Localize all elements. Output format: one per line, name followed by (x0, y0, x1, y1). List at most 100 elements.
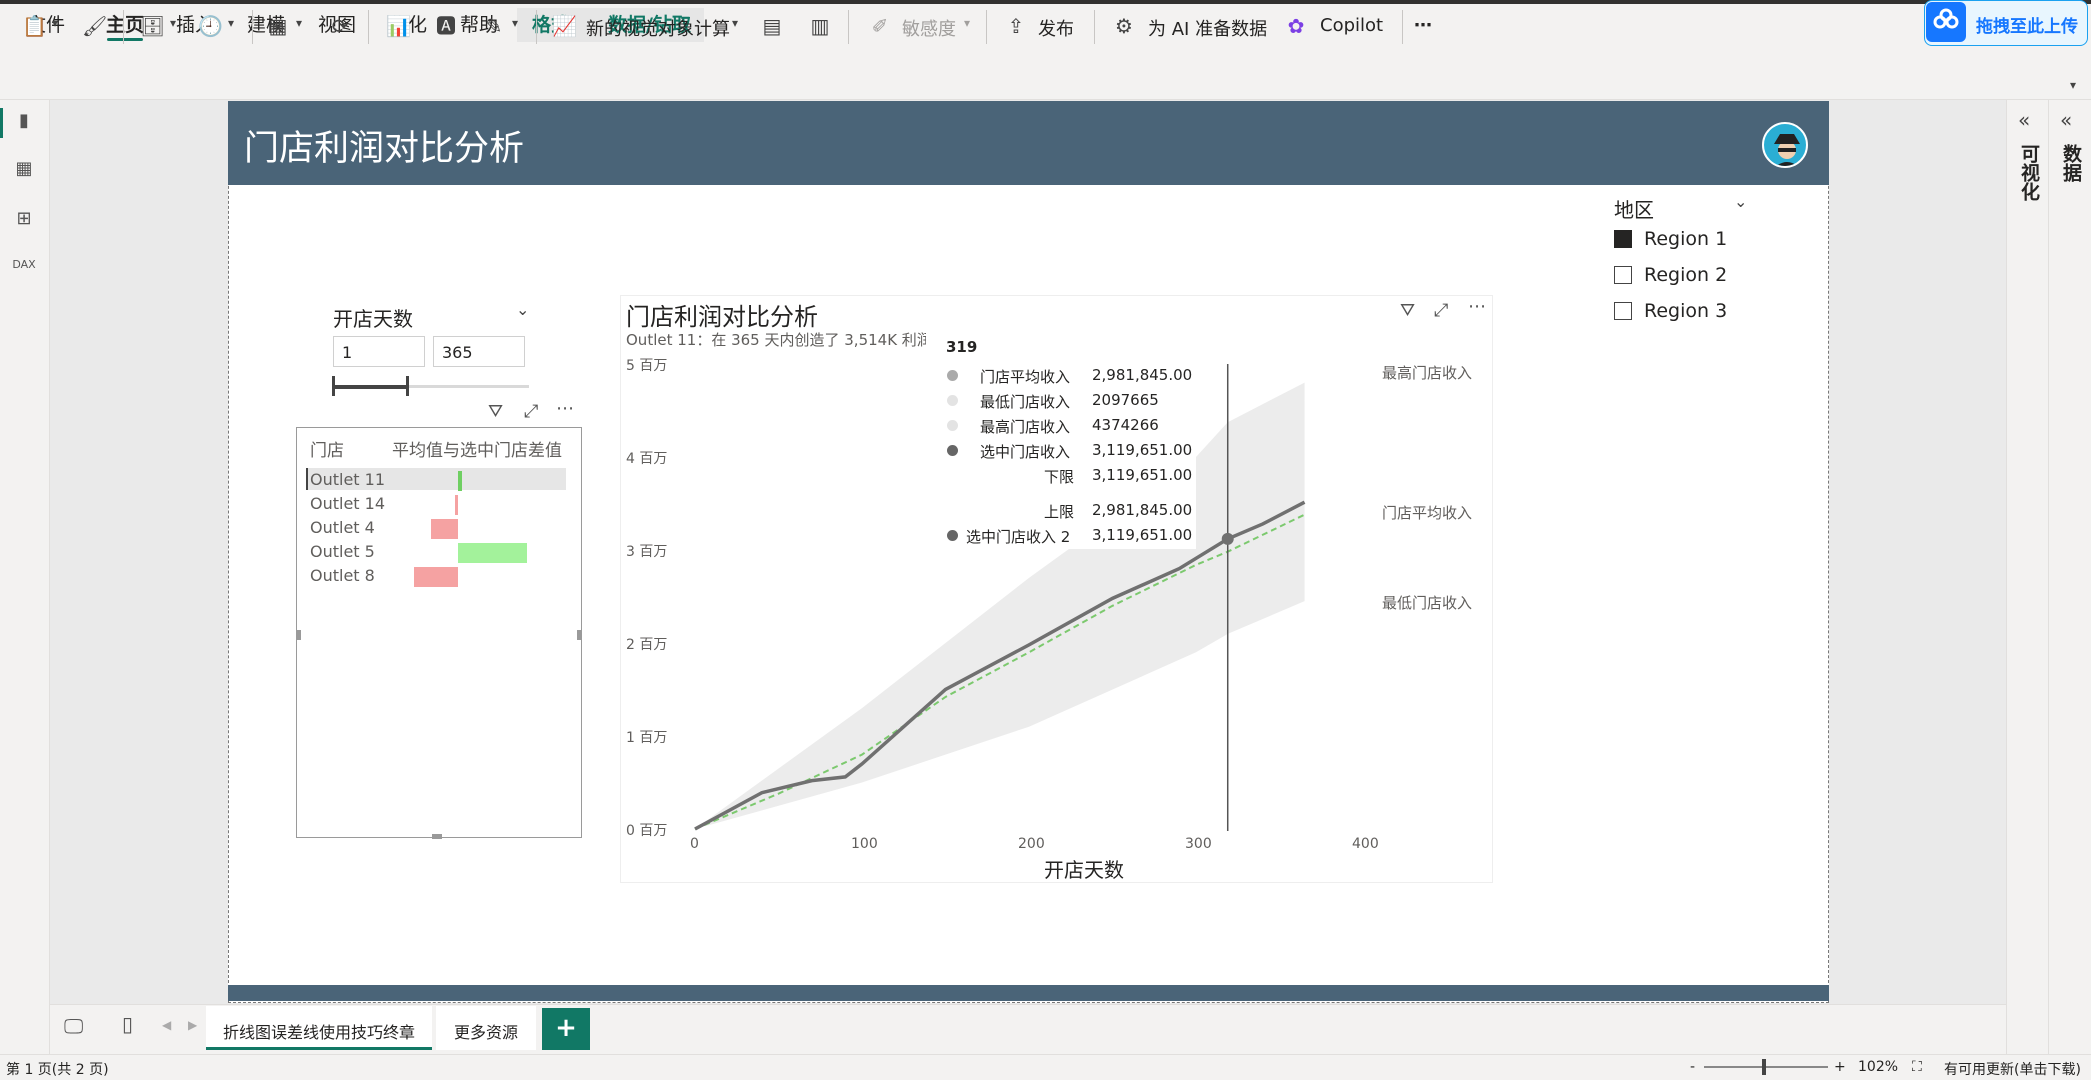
visualizations-pane-title[interactable]: 可视化 (2016, 144, 2043, 201)
avatar (1762, 122, 1808, 168)
more-options-button[interactable]: ⋯ (1414, 15, 1432, 36)
hover-data-point[interactable] (1221, 532, 1234, 545)
more-visuals-icon[interactable]: ✎ (482, 14, 506, 38)
checkbox[interactable] (1614, 302, 1632, 320)
diff-bar[interactable] (458, 543, 527, 563)
checkbox[interactable] (1614, 266, 1632, 284)
expand-visualizations-icon[interactable]: « (2018, 108, 2030, 132)
focus-mode-icon[interactable]: ⤢ (1434, 300, 1448, 321)
dax-query-icon[interactable]: DAX (12, 258, 36, 282)
transform-data-icon[interactable]: ▦ (266, 14, 290, 38)
collapse-ribbon-icon[interactable]: ▾ (2070, 78, 2076, 92)
model-view-icon[interactable]: ⊞ (12, 208, 36, 232)
region-slicer-title: 地区 (1614, 198, 1654, 222)
focus-mode-icon[interactable]: ⤢ (524, 401, 538, 422)
more-options-icon[interactable]: ⋯ (1468, 296, 1486, 317)
get-data-icon[interactable]: 🗄 (140, 14, 165, 38)
table-row-label[interactable]: Outlet 5 (310, 542, 375, 561)
copilot-icon[interactable]: ✿ (1284, 14, 1308, 38)
days-min-input[interactable]: 1 (333, 336, 425, 367)
expand-data-icon[interactable]: « (2060, 108, 2072, 132)
diff-bar[interactable] (430, 519, 458, 539)
resize-handle[interactable] (577, 630, 582, 640)
add-page-button[interactable]: + (542, 1008, 590, 1050)
toolbar-separator (536, 10, 537, 44)
table-row-label[interactable]: Outlet 8 (310, 566, 375, 585)
data-pane-collapsed[interactable] (2048, 100, 2091, 1055)
prep-ai-icon[interactable]: ⚙ (1112, 14, 1136, 38)
region-option[interactable]: Region 3 (1614, 300, 1727, 322)
report-view-icon[interactable]: ▮ (12, 110, 36, 134)
chevron-down-icon[interactable]: ⌄ (1734, 192, 1747, 211)
zoom-in-button[interactable]: + (1834, 1059, 1846, 1075)
series-label-max: 最高门店收入 (1382, 364, 1473, 382)
tooltip-label: 选中门店收入 (980, 443, 1071, 461)
resize-handle[interactable] (296, 630, 301, 640)
zoom-level[interactable]: 102% (1858, 1059, 1898, 1075)
visual-calc-icon[interactable]: 📈 (552, 14, 577, 38)
recent-sources-icon[interactable]: 🕘 (198, 14, 223, 38)
data-pane-title[interactable]: 数据 (2058, 144, 2085, 182)
chevron-down-icon[interactable]: ⌄ (516, 300, 529, 319)
table-view-icon[interactable]: ▦ (12, 158, 36, 182)
table-row-label[interactable]: Outlet 4 (310, 518, 375, 537)
copilot-button[interactable]: Copilot (1320, 15, 1383, 36)
paste-icon[interactable]: 📋 (22, 14, 47, 38)
resize-handle[interactable] (432, 834, 442, 839)
ribbon-toolbar (0, 46, 2091, 100)
checkbox-checked[interactable] (1614, 230, 1632, 248)
diff-bar[interactable] (414, 567, 458, 587)
mobile-layout-icon[interactable]: ▯ (122, 1012, 133, 1036)
menu-home[interactable]: 主页 (106, 10, 144, 37)
chevron-down-icon[interactable]: ▾ (228, 16, 234, 30)
visualizations-pane-collapsed[interactable] (2006, 100, 2048, 1055)
toolbar-separator (986, 10, 987, 44)
days-max-input[interactable]: 365 (433, 336, 525, 367)
publish-button[interactable]: 发布 (1038, 15, 1074, 41)
page-tab-active[interactable]: 折线图误差线使用技巧终章 (206, 1006, 432, 1050)
page-tab[interactable]: 更多资源 (436, 1006, 536, 1050)
chevron-down-icon[interactable]: ▾ (296, 16, 302, 30)
filter-icon[interactable]: ⛛ (1400, 300, 1415, 321)
zoom-slider[interactable] (1704, 1066, 1828, 1068)
prep-ai-button[interactable]: 为 AI 准备数据 (1148, 15, 1267, 41)
diff-bar[interactable] (458, 471, 463, 491)
days-slider-min-handle[interactable] (332, 376, 335, 396)
column-header-diff[interactable]: 平均值与选中门店差值 (392, 436, 562, 461)
tooltip-value: 4374266 (1092, 416, 1159, 434)
scroll-left-icon[interactable]: ◀ (162, 1018, 171, 1032)
refresh-icon[interactable]: ⟳ (328, 14, 352, 38)
region-option[interactable]: Region 1 (1614, 228, 1727, 250)
zoom-out-button[interactable]: - (1690, 1059, 1695, 1075)
chevron-down-icon[interactable]: ▾ (732, 16, 738, 30)
chevron-down-icon[interactable]: ▾ (170, 16, 176, 30)
x-axis-title: 开店天数 (1044, 858, 1124, 882)
toolbar-separator (1094, 10, 1095, 44)
desktop-layout-icon[interactable]: 🖵 (64, 1014, 83, 1038)
scroll-right-icon[interactable]: ▶ (188, 1018, 197, 1032)
tooltip-series-dot (947, 370, 958, 381)
new-visual-icon[interactable]: 📊 (386, 14, 411, 38)
zoom-slider-handle[interactable] (1762, 1059, 1766, 1075)
new-visual-calc-button[interactable]: 新的视觉对象计算 (586, 15, 730, 41)
more-options-icon[interactable]: ⋯ (556, 398, 574, 419)
quick-measure-icon[interactable]: ▥ (808, 14, 832, 38)
table-row-label[interactable]: Outlet 14 (310, 494, 385, 513)
toolbar-separator (368, 10, 369, 44)
chevron-down-icon[interactable]: ▾ (512, 16, 518, 30)
chevron-down-icon[interactable]: ▾ (52, 16, 58, 30)
tooltip-value: 2,981,845.00 (1092, 501, 1193, 519)
new-measure-icon[interactable]: ▤ (760, 14, 784, 38)
region-option[interactable]: Region 2 (1614, 264, 1727, 286)
publish-icon[interactable]: ⇪ (1004, 14, 1028, 38)
days-slider-max-handle[interactable] (406, 376, 409, 396)
diff-bar[interactable] (455, 495, 458, 515)
filter-icon[interactable]: ⛛ (488, 401, 503, 422)
fit-to-page-icon[interactable]: ⛶ (1912, 1059, 1922, 1075)
table-row-label[interactable]: Outlet 11 (310, 470, 385, 489)
format-painter-icon[interactable]: 🖌 (82, 14, 107, 38)
text-box-icon[interactable]: 🅰 (434, 14, 458, 38)
column-header-store[interactable]: 门店 (310, 436, 344, 461)
update-available[interactable]: 有可用更新(单击下载) (1944, 1059, 2081, 1079)
toolbar-separator (252, 10, 253, 44)
